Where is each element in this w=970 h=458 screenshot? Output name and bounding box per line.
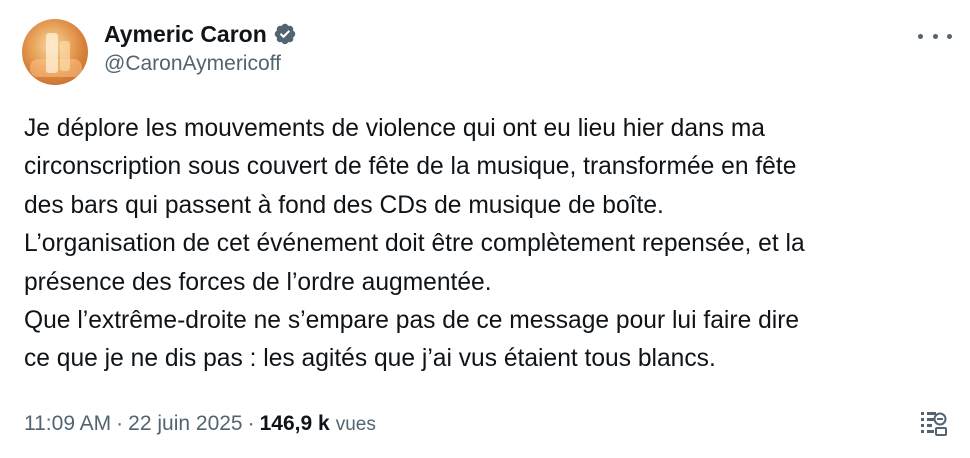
tweet-line: des bars qui passent à fond des CDs de m… <box>24 191 664 219</box>
tweet-line: présence des forces de l’ordre augmentée… <box>24 268 492 296</box>
tweet-time[interactable]: 11:09 AM <box>24 412 111 436</box>
tweet-meta: 11:09 AM · 22 juin 2025 · 146,9 k vues <box>24 412 376 436</box>
tweet-line: circonscription sous couvert de fête de … <box>24 153 797 181</box>
author-name-row: Aymeric Caron <box>104 20 297 48</box>
meta-separator: · <box>116 412 124 435</box>
tweet-line: ce que je ne dis pas : les agités que j’… <box>24 345 716 373</box>
tweet-line: Que l’extrême-droite ne s’empare pas de … <box>24 307 800 335</box>
tweet-text: Je déplore les mouvements de violence qu… <box>24 110 954 379</box>
tweet-card: Aymeric Caron @CaronAymericoff Je déplor… <box>0 0 970 458</box>
avatar[interactable] <box>22 19 88 85</box>
author-name[interactable]: Aymeric Caron <box>104 21 267 48</box>
verified-badge-icon <box>274 23 296 45</box>
meta-separator: · <box>247 412 255 435</box>
tweet-date[interactable]: 22 juin 2025 <box>128 412 242 436</box>
tweet-line: L’organisation de cet événement doit êtr… <box>24 230 805 258</box>
more-options-icon[interactable] <box>918 26 952 46</box>
views-label: vues <box>335 414 376 435</box>
tweet-line: Je déplore les mouvements de violence qu… <box>24 115 765 142</box>
analytics-icon[interactable] <box>918 408 948 438</box>
author-handle[interactable]: @CaronAymericoff <box>104 52 281 76</box>
views-count: 146,9 k <box>259 412 330 435</box>
